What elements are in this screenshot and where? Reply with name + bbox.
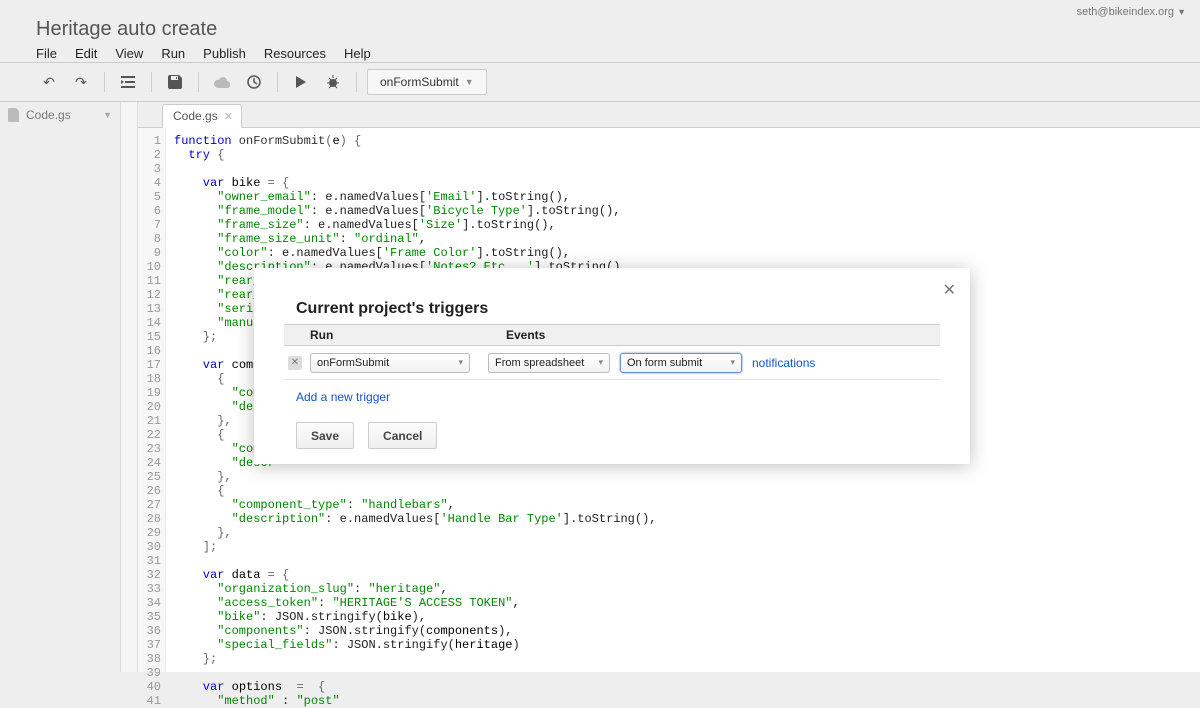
table-header: Run Events xyxy=(284,324,940,346)
sidebar-file-label: Code.gs xyxy=(26,108,71,122)
add-trigger-link[interactable]: Add a new trigger xyxy=(296,390,390,404)
menu-file[interactable]: File xyxy=(36,46,57,61)
line-gutter: 1 2 3 4 5 6 7 8 9 10 11 12 13 14 15 16 1… xyxy=(138,128,166,672)
notifications-link[interactable]: notifications xyxy=(752,356,815,370)
undo-icon[interactable]: ↶ xyxy=(36,69,62,95)
cancel-button[interactable]: Cancel xyxy=(368,422,437,449)
toolbar: ↶ ↷ onFormSubmit ▼ xyxy=(0,62,1200,102)
menu-edit[interactable]: Edit xyxy=(75,46,97,61)
delete-trigger-icon[interactable]: ✕ xyxy=(288,356,302,370)
separator xyxy=(104,72,105,92)
save-button[interactable]: Save xyxy=(296,422,354,449)
editor-tabs: Code.gs ✕ xyxy=(138,102,1200,128)
indent-icon[interactable] xyxy=(115,69,141,95)
trigger-row: ✕ onFormSubmit ▾ From spreadsheet ▾ On f… xyxy=(284,346,940,380)
col-events-header: Events xyxy=(506,328,766,342)
close-icon[interactable]: ✕ xyxy=(943,280,956,300)
caret-down-icon: ▼ xyxy=(1177,7,1186,17)
function-select[interactable]: onFormSubmit ▼ xyxy=(367,69,487,95)
triggers-dialog: ✕ Current project's triggers Run Events … xyxy=(254,268,970,464)
tab-code[interactable]: Code.gs ✕ xyxy=(162,104,242,128)
menu-help[interactable]: Help xyxy=(344,46,371,61)
dialog-title: Current project's triggers xyxy=(296,300,488,318)
caret-down-icon: ▼ xyxy=(465,77,474,87)
menu-publish[interactable]: Publish xyxy=(203,46,246,61)
script-file-icon xyxy=(8,108,20,122)
run-icon[interactable] xyxy=(288,69,314,95)
redo-icon[interactable]: ↷ xyxy=(68,69,94,95)
dialog-buttons: Save Cancel xyxy=(296,422,437,449)
user-account[interactable]: seth@bikeindex.org ▼ xyxy=(1077,6,1186,18)
caret-up-down-icon: ▾ xyxy=(458,357,463,368)
menu-run[interactable]: Run xyxy=(161,46,185,61)
menu-resources[interactable]: Resources xyxy=(264,46,326,61)
separator xyxy=(198,72,199,92)
debug-icon[interactable] xyxy=(320,69,346,95)
cloud-icon[interactable] xyxy=(209,69,235,95)
function-select-label: onFormSubmit xyxy=(380,75,459,89)
close-icon[interactable]: ✕ xyxy=(224,110,233,123)
separator xyxy=(277,72,278,92)
triggers-table: Run Events ✕ onFormSubmit ▾ From spreads… xyxy=(284,324,940,380)
event-type-value: On form submit xyxy=(627,357,702,369)
menu-bar: File Edit View Run Publish Resources Hel… xyxy=(36,46,371,61)
separator xyxy=(356,72,357,92)
tab-label: Code.gs xyxy=(173,109,218,123)
pane-splitter[interactable] xyxy=(120,102,138,672)
col-run-header: Run xyxy=(284,328,506,342)
run-select-value: onFormSubmit xyxy=(317,357,389,369)
event-source-value: From spreadsheet xyxy=(495,357,584,369)
save-icon[interactable] xyxy=(162,69,188,95)
separator xyxy=(151,72,152,92)
sidebar-file-code[interactable]: Code.gs ▼ xyxy=(0,102,120,128)
clock-icon[interactable] xyxy=(241,69,267,95)
file-sidebar: Code.gs ▼ xyxy=(0,102,120,672)
menu-view[interactable]: View xyxy=(115,46,143,61)
caret-up-down-icon: ▾ xyxy=(730,357,735,368)
run-select[interactable]: onFormSubmit ▾ xyxy=(310,353,470,373)
event-type-select[interactable]: On form submit ▾ xyxy=(620,353,742,373)
caret-down-icon: ▼ xyxy=(103,110,112,120)
project-title[interactable]: Heritage auto create xyxy=(36,18,217,41)
event-source-select[interactable]: From spreadsheet ▾ xyxy=(488,353,610,373)
caret-up-down-icon: ▾ xyxy=(598,357,603,368)
